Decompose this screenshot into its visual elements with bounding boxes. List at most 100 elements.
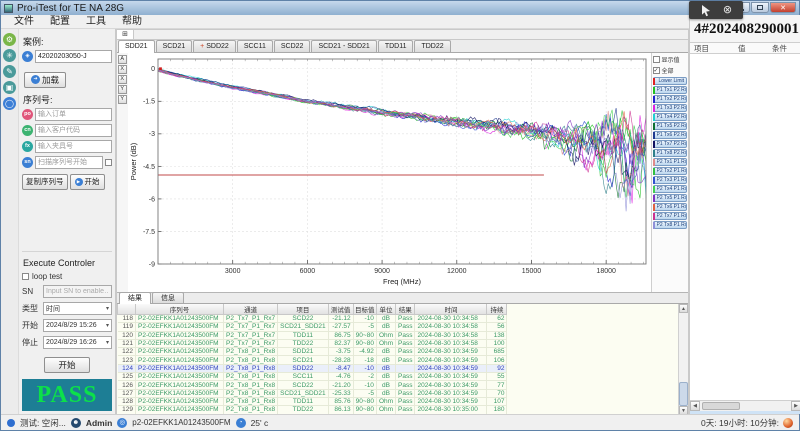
axis-zoom-button-3[interactable]: Y (118, 85, 127, 94)
all-checkbox[interactable]: ✓ (653, 67, 660, 74)
legend-p2-tx7-p1-rx7[interactable]: P2 Tx7 P1 Rx7 (653, 212, 687, 220)
legend-p2-tx2-p1-rx2[interactable]: P2 Tx2 P1 Rx2 (653, 167, 687, 175)
table-row[interactable]: 122P2-02EFKK1A01243500FMP2_Tx8_P1_Rx8SDD… (118, 348, 507, 356)
serial-input-fx[interactable]: 输入夹具号 (35, 140, 112, 153)
table-row[interactable]: 128P2-02EFKK1A01243500FMP2_Tx8_P1_Rx8TDD… (118, 397, 507, 405)
menu-item-file[interactable]: 文件 (7, 15, 41, 28)
legend-p1-tx8-p2-rx8[interactable]: P1 Tx8 P2 Rx8 (653, 149, 687, 157)
grid-view-tab[interactable]: ⊞ (117, 30, 134, 39)
legend-color-bar (653, 132, 656, 139)
legend-lower-limit[interactable]: Lower Limit (653, 77, 687, 85)
axis-zoom-button-0[interactable]: A (118, 55, 127, 64)
legend-p1-tx2-p2-rx2[interactable]: P1 Tx2 P2 Rx2 (653, 95, 687, 103)
column-header[interactable]: 时间 (415, 304, 487, 315)
tab-sdd22[interactable]: +SDD22 (193, 40, 236, 52)
app-window: Pro-iTest for TE NA 28G ✕ ⊗ 文件配置工具帮助 ⚙✳✎… (0, 0, 800, 431)
column-header[interactable]: 序列号 (136, 304, 224, 315)
menu-item-settings[interactable]: 配置 (43, 15, 77, 28)
hscrollbar-thumb[interactable] (702, 402, 740, 410)
legend-p1-tx7-p2-rx7[interactable]: P1 Tx7 P2 Rx7 (653, 140, 687, 148)
stop-icon[interactable]: ▣ (3, 81, 16, 94)
menu-item-help[interactable]: 帮助 (115, 15, 149, 28)
line-chart[interactable]: 3000600090001200015000180000-1.5-3-4.5-6… (128, 53, 651, 292)
copy-serial-button[interactable]: 复制序列号 (22, 174, 68, 190)
ring-icon[interactable]: ◯ (3, 97, 16, 110)
tab-scd22[interactable]: SCD22 (274, 40, 311, 52)
legend-p2-tx5-p1-rx5[interactable]: P2 Tx5 P1 Rx5 (653, 194, 687, 202)
column-header[interactable]: 单位 (376, 304, 395, 315)
column-header[interactable]: 测试值 (328, 304, 353, 315)
tab-sdd21[interactable]: SDD21 (118, 40, 155, 53)
scan-start-checkbox[interactable] (105, 159, 112, 166)
column-header[interactable]: 结果 (396, 304, 415, 315)
table-row[interactable]: 118P2-02EFKK1A01243500FMP2_Tx7_P1_Rx7SCD… (118, 315, 507, 323)
case-input[interactable]: 42020203050-J (35, 50, 112, 63)
fx-icon: fx (22, 141, 33, 152)
table-row[interactable]: 125P2-02EFKK1A01243500FMP2_Tx8_P1_Rx8SCC… (118, 373, 507, 381)
show-value-checkbox[interactable] (653, 56, 660, 63)
table-cell: P2-02EFKK1A01243500FM (136, 397, 224, 405)
table-row[interactable]: 129P2-02EFKK1A01243500FMP2_Tx8_P1_Rx8TDD… (118, 406, 507, 414)
legend-p1-tx5-p2-rx5[interactable]: P1 Tx5 P2 Rx5 (653, 122, 687, 130)
scroll-right-icon[interactable]: ▶ (791, 401, 800, 411)
axis-zoom-button-1[interactable]: X (118, 65, 127, 74)
column-header[interactable] (118, 304, 136, 315)
legend-p2-tx8-p1-rx8[interactable]: P2 Tx8 P1 Rx8 (653, 221, 687, 229)
legend-p1-tx6-p2-rx6[interactable]: P1 Tx6 P2 Rx6 (653, 131, 687, 139)
legend-p2-tx3-p1-rx3[interactable]: P2 Tx3 P1 Rx3 (653, 176, 687, 184)
table-row[interactable]: 121P2-02EFKK1A01243500FMP2_Tx7_P1_Rx7TDD… (118, 339, 507, 347)
vertical-scrollbar[interactable]: ▲ ▼ (678, 304, 688, 415)
menu-item-tools[interactable]: 工具 (79, 15, 113, 28)
serial-input-po[interactable]: 输入订单 (35, 108, 112, 121)
legend-p1-tx1-p2-rx1[interactable]: P1 Tx1 P2 Rx1 (653, 86, 687, 94)
gear-icon[interactable]: ⚙ (3, 33, 16, 46)
result-tab-info[interactable]: 信息 (152, 292, 184, 303)
table-row[interactable]: 123P2-02EFKK1A01243500FMP2_Tx8_P1_Rx8SCD… (118, 356, 507, 364)
legend-p2-tx4-p1-rx4[interactable]: P2 Tx4 P1 Rx4 (653, 185, 687, 193)
legend-p1-tx3-p2-rx3[interactable]: P1 Tx3 P2 Rx3 (653, 104, 687, 112)
type-select[interactable]: 时间▾ (43, 302, 112, 315)
result-table[interactable]: 序列号通道项目测试值目标值单位结果时间持续118P2-02EFKK1A01243… (117, 304, 678, 415)
legend-label: P2 Tx6 P1 Rx6 (657, 204, 686, 211)
tab-tdd22[interactable]: TDD22 (414, 40, 450, 52)
scroll-left-icon[interactable]: ◀ (690, 401, 700, 411)
column-header[interactable]: 通道 (224, 304, 278, 315)
tab-scc11[interactable]: SCC11 (237, 40, 273, 52)
close-button[interactable]: ✕ (770, 2, 796, 13)
table-row[interactable]: 119P2-02EFKK1A01243500FMP2_Tx7_P1_Rx7SCD… (118, 323, 507, 331)
legend-p2-tx6-p1-rx6[interactable]: P2 Tx6 P1 Rx6 (653, 203, 687, 211)
serial-input-sn[interactable]: 扫描序列号开始 (35, 156, 103, 169)
horizontal-scrollbar[interactable]: ◀ ▶ (690, 401, 800, 411)
result-tab-results[interactable]: 结果 (119, 292, 151, 304)
serial-input-cn[interactable]: 输入客户代码 (35, 124, 112, 137)
axis-zoom-button-4[interactable]: Y (118, 95, 127, 104)
load-button[interactable]: ➜ 加载 (24, 72, 66, 88)
tab-scd21[interactable]: SCD21 (156, 40, 193, 52)
run-button[interactable]: 开始 (44, 357, 90, 373)
edit-icon[interactable]: ✎ (3, 65, 16, 78)
maximize-button[interactable] (751, 2, 769, 13)
scrollbar-thumb[interactable] (679, 382, 688, 406)
scroll-up-icon[interactable]: ▲ (679, 304, 688, 313)
start-time-picker[interactable]: 2024/8/29 15:26▾ (43, 319, 112, 332)
legend-p1-tx4-p2-rx4[interactable]: P1 Tx4 P2 Rx4 (653, 113, 687, 121)
table-row[interactable]: 127P2-02EFKK1A01243500FMP2_Tx8_P1_Rx8SCD… (118, 389, 507, 397)
stop-time-picker[interactable]: 2024/8/29 16:26▾ (43, 336, 112, 349)
sn-input[interactable]: Input SN to enable… (43, 285, 112, 298)
axis-zoom-button-2[interactable]: X (118, 75, 127, 84)
table-cell: P2_Tx8_P1_Rx8 (224, 381, 278, 389)
column-header[interactable]: 项目 (278, 304, 329, 315)
snowflake-icon[interactable]: ✳ (3, 49, 16, 62)
legend-p2-tx1-p1-rx1[interactable]: P2 Tx1 P1 Rx1 (653, 158, 687, 166)
column-header[interactable]: 持续 (487, 304, 507, 315)
tab-scd21-sdd21[interactable]: SCD21 - SDD21 (311, 40, 376, 52)
close-circle-icon[interactable]: ⊗ (723, 5, 732, 16)
cursor-icon[interactable] (700, 4, 712, 17)
tab-tdd11[interactable]: TDD11 (378, 40, 414, 52)
table-row[interactable]: 120P2-02EFKK1A01243500FMP2_Tx7_P1_Rx7TDD… (118, 331, 507, 339)
loop-test-checkbox[interactable] (22, 273, 29, 280)
table-row[interactable]: 126P2-02EFKK1A01243500FMP2_Tx8_P1_Rx8SCD… (118, 381, 507, 389)
column-header[interactable]: 目标值 (353, 304, 376, 315)
start-serial-button[interactable]: ▶ 开始 (70, 174, 105, 190)
table-row[interactable]: 124P2-02EFKK1A01243500FMP2_Tx8_P1_Rx8SDD… (118, 364, 507, 372)
